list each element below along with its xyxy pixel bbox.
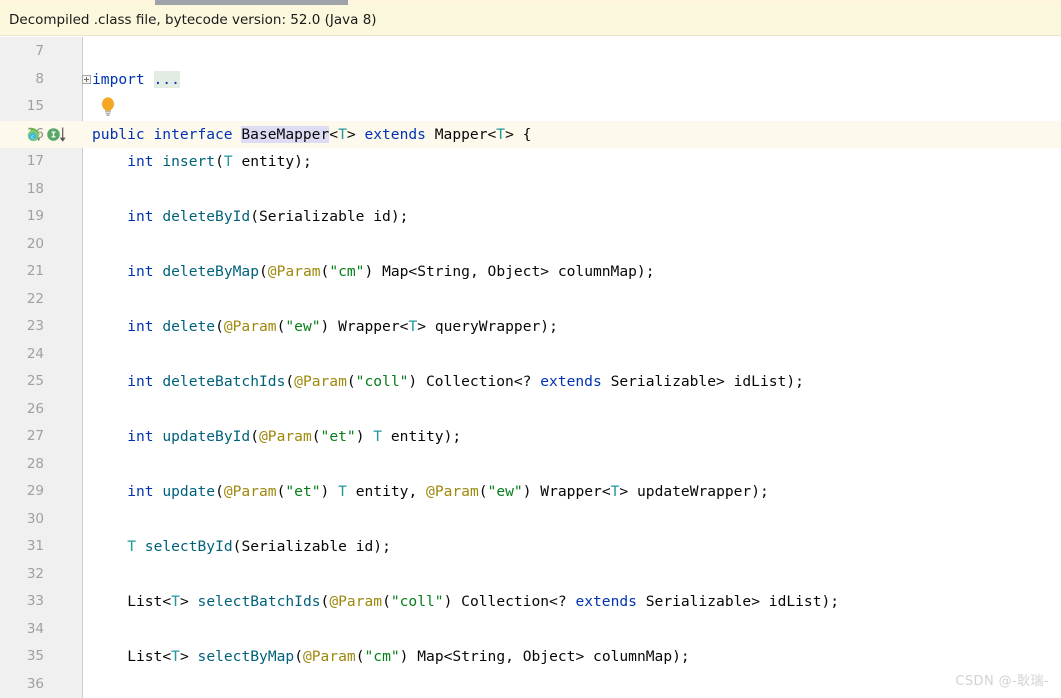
code-line-text[interactable]: T selectById(Serializable id); [92,533,391,561]
code-line-row[interactable]: 28 [0,451,1061,479]
code-line-text[interactable]: List<T> selectBatchIds(@Param("coll") Co… [92,588,839,616]
code-line-row[interactable]: 33 List<T> selectBatchIds(@Param("coll")… [0,588,1061,616]
code-line-row[interactable]: 15 [0,93,1061,121]
code-line-row[interactable]: 26 [0,396,1061,424]
code-line-row[interactable]: 20 [0,231,1061,259]
line-number[interactable]: 27 [0,423,44,451]
line-number[interactable]: 20 [0,231,44,259]
line-number[interactable]: 15 [0,93,44,121]
code-line-row[interactable]: 25 int deleteBatchIds(@Param("coll") Col… [0,368,1061,396]
line-number[interactable]: 8 [0,66,44,94]
code-line-text[interactable]: List<T> selectByMap(@Param("cm") Map<Str… [92,643,690,671]
code-line-row[interactable]: 36 [0,671,1061,698]
line-number[interactable]: 32 [0,561,44,589]
line-number[interactable]: 30 [0,506,44,534]
code-line-row[interactable]: 29 int update(@Param("et") T entity, @Pa… [0,478,1061,506]
line-number[interactable]: 28 [0,451,44,479]
line-number[interactable]: 17 [0,148,44,176]
code-line-row[interactable]: 24 [0,341,1061,369]
code-line-text[interactable]: int delete(@Param("ew") Wrapper<T> query… [92,313,558,341]
code-line-row[interactable]: 17 int insert(T entity); [0,148,1061,176]
code-line-row[interactable]: 22 [0,286,1061,314]
mybatis-navigate-icon[interactable]: c [25,126,42,147]
decompiled-banner-text: Decompiled .class file, bytecode version… [9,12,377,28]
editor-viewport: 78 import ... 1516public interface BaseMap… [0,37,1061,698]
code-line-row[interactable]: 31 T selectById(Serializable id); [0,533,1061,561]
code-line-text[interactable]: int deleteByMap(@Param("cm") Map<String,… [92,258,654,286]
line-number[interactable]: 24 [0,341,44,369]
line-number[interactable]: 33 [0,588,44,616]
code-line-text[interactable]: int deleteById(Serializable id); [92,203,408,231]
csdn-watermark: CSDN @-耿瑞- [955,674,1049,689]
svg-text:c: c [31,134,34,140]
line-number[interactable]: 34 [0,616,44,644]
code-fold-toggle-icon[interactable] [82,74,91,84]
line-number[interactable]: 29 [0,478,44,506]
code-line-row[interactable]: 21 int deleteByMap(@Param("cm") Map<Stri… [0,258,1061,286]
line-number[interactable]: 23 [0,313,44,341]
line-number[interactable]: 36 [0,671,44,698]
line-number[interactable]: 22 [0,286,44,314]
code-line-row[interactable]: 18 [0,176,1061,204]
code-line-row[interactable]: 16public interface BaseMapper<T> extends… [0,120,1061,149]
code-line-row[interactable]: 35 List<T> selectByMap(@Param("cm") Map<… [0,643,1061,671]
line-number[interactable]: 35 [0,643,44,671]
line-number[interactable]: 26 [0,396,44,424]
code-line-text[interactable]: int update(@Param("et") T entity, @Param… [92,478,769,506]
code-line-text[interactable]: int insert(T entity); [92,148,312,176]
intention-bulb-icon[interactable] [99,96,117,120]
code-line-row[interactable]: 30 [0,506,1061,534]
code-line-text[interactable]: int updateById(@Param("et") T entity); [92,423,461,451]
decompiled-file-banner: Decompiled .class file, bytecode version… [0,5,1061,36]
code-line-row[interactable]: 7 [0,38,1061,66]
code-line-text[interactable]: public interface BaseMapper<T> extends M… [92,121,531,149]
line-number[interactable]: 25 [0,368,44,396]
code-line-text[interactable]: int deleteBatchIds(@Param("coll") Collec… [92,368,804,396]
line-number[interactable]: 19 [0,203,44,231]
code-line-row[interactable]: 27 int updateById(@Param("et") T entity)… [0,423,1061,451]
code-line-text[interactable]: import ... [92,66,180,94]
line-number[interactable]: 21 [0,258,44,286]
line-number[interactable]: 7 [0,38,44,66]
code-line-row[interactable]: 34 [0,616,1061,644]
code-line-row[interactable]: 23 int delete(@Param("ew") Wrapper<T> qu… [0,313,1061,341]
line-number[interactable]: 31 [0,533,44,561]
decompiled-class-editor-window: Decompiled .class file, bytecode version… [0,0,1061,698]
implemented-interface-icon[interactable] [46,126,68,147]
code-line-row[interactable]: 32 [0,561,1061,589]
code-line-row[interactable]: 8 import ... [0,66,1061,94]
code-line-row[interactable]: 19 int deleteById(Serializable id); [0,203,1061,231]
line-number[interactable]: 18 [0,176,44,204]
